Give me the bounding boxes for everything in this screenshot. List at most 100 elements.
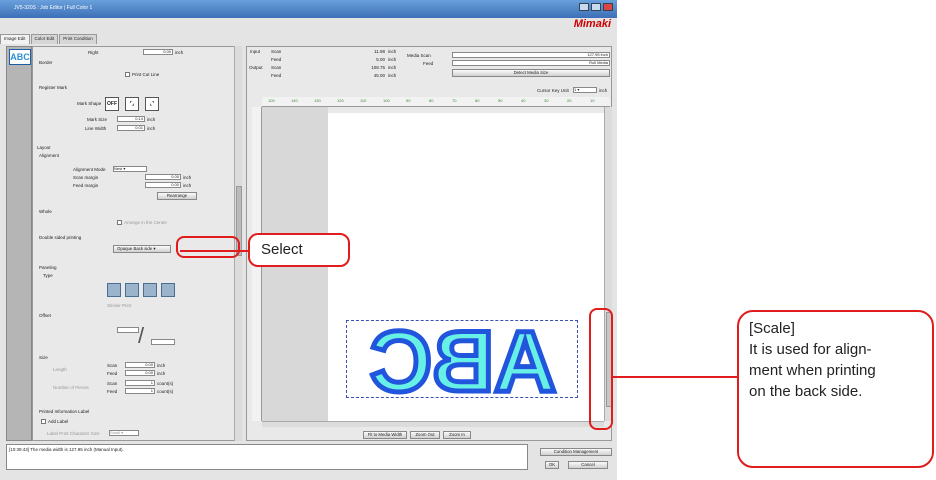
mark-shape-off[interactable]: OFF	[105, 97, 119, 111]
add-label-checkbox[interactable]	[41, 419, 46, 424]
feed-margin-label: Feed margin	[73, 183, 99, 188]
paneling-type-3[interactable]	[143, 283, 157, 297]
alignment-mode-select[interactable]: Nest ▾	[113, 166, 147, 172]
zoom-out-button[interactable]: Zoom Out	[410, 431, 440, 439]
by-length-radio[interactable]: Length	[53, 367, 67, 372]
tab-print-condition[interactable]: Print Condition	[59, 34, 97, 44]
input-feed-unit: inch	[388, 57, 397, 62]
scale-callout-line3: on the back side.	[749, 383, 863, 400]
tab-color-edit[interactable]: Color Edit	[30, 34, 59, 44]
log-message: [10:39:43] The media width is 127.95 inc…	[9, 447, 124, 452]
size-scan-unit: inch	[157, 363, 166, 368]
arrange-center-checkbox[interactable]	[117, 220, 122, 225]
media-feed-label: Feed	[423, 61, 434, 66]
paneling-heading: Paneling	[39, 265, 57, 270]
input-label: Input	[250, 49, 261, 54]
alignment-mode-label: Alignment Mode	[73, 167, 106, 172]
tab-image-edit[interactable]: Image Edit	[0, 34, 30, 44]
border-heading: Border	[39, 60, 53, 65]
mark-shape-label: Mark Shape	[77, 101, 102, 106]
condition-management-button[interactable]: Condition Management	[540, 448, 612, 456]
print-cut-line-checkbox[interactable]	[125, 72, 130, 77]
scale-callout: [Scale] It is used for align- ment when …	[737, 310, 934, 468]
maximize-button[interactable]	[591, 3, 601, 11]
alignment-mode-value: Nest	[114, 166, 123, 171]
input-scan-unit: inch	[388, 49, 397, 54]
scale-callout-line2: ment when printing	[749, 362, 876, 379]
double-sided-select[interactable]: Opaque Back side ▾	[113, 245, 171, 253]
cursor-key-unit-select[interactable]: 1 ▾	[573, 87, 597, 93]
ruler-tick-label: 50	[498, 98, 503, 103]
size-feed-input[interactable]: 0.00	[125, 370, 155, 376]
close-button[interactable]	[603, 3, 613, 11]
label-char-size-select[interactable]: Small ▾	[109, 430, 139, 436]
size-scan-input[interactable]: 0.00	[125, 362, 155, 368]
double-sided-label: Double sided printing	[39, 235, 82, 240]
offset-feed-input[interactable]	[151, 339, 175, 345]
scale-leader-line	[611, 376, 738, 378]
whole-heading: Whole	[39, 209, 52, 214]
fit-media-width-button[interactable]: Fit to Media Width	[363, 431, 407, 439]
scan-margin-input[interactable]: 0.00	[145, 174, 181, 180]
scale-callout-line1: It is used for align-	[749, 341, 872, 358]
count-scan-input[interactable]: 1	[125, 380, 155, 386]
line-width-input[interactable]: 0.01	[117, 125, 145, 131]
paneling-type-1[interactable]	[107, 283, 121, 297]
count-scan-unit: count(s)	[157, 381, 174, 386]
feed-margin-unit: inch	[183, 183, 192, 188]
ruler-tick-label: 80	[429, 98, 434, 103]
ruler-tick-label: 60	[475, 98, 480, 103]
unit-label: inch	[175, 50, 184, 55]
media-feed-input[interactable]: Roll Media	[452, 60, 610, 66]
window-controls	[579, 3, 613, 11]
canvas-horizontal-scrollbar[interactable]	[262, 421, 604, 427]
scale-highlight	[589, 308, 613, 430]
output-scan-unit: inch	[388, 65, 397, 70]
output-feed-label: Feed	[271, 73, 282, 78]
cancel-button[interactable]: Cancel	[568, 461, 608, 469]
count-feed-input[interactable]: 1	[125, 388, 155, 394]
title-bar: JV5-320S : Job Editor | Full Color 1	[0, 0, 617, 18]
size-heading: Size	[39, 355, 48, 360]
count-feed-unit: count(s)	[157, 389, 174, 394]
select-highlight	[176, 236, 240, 258]
rearrange-button[interactable]: Rearrange	[157, 192, 197, 200]
right-label: Right	[88, 50, 99, 55]
mark-shape-corners-inner[interactable]: ⌜⌟	[125, 97, 139, 111]
paneling-type-2[interactable]	[125, 283, 139, 297]
feed-margin-input[interactable]: 0.00	[145, 182, 181, 188]
preview-abc-text: ABC	[370, 321, 556, 399]
cursor-key-unit-value: 1	[574, 87, 577, 92]
job-thumbnail[interactable]: ABC	[9, 49, 31, 65]
right-input[interactable]: 0.00	[143, 49, 173, 55]
minimize-button[interactable]	[579, 3, 589, 11]
ruler-tick-label: 140	[291, 98, 298, 103]
line-width-unit: inch	[147, 126, 156, 131]
ruler-tick-label: 100	[268, 98, 275, 103]
paneling-type-4[interactable]	[161, 283, 175, 297]
output-scan-label: Scan	[271, 65, 282, 70]
message-log: [10:39:43] The media width is 127.95 inc…	[6, 444, 528, 470]
output-feed-value: 45.00	[373, 73, 385, 78]
zoom-in-button[interactable]: Zoom In	[443, 431, 471, 439]
detect-media-size-button[interactable]: Detect Media Size	[452, 69, 610, 77]
mirrored-abc-image[interactable]: ABC	[346, 320, 578, 399]
output-label: Output	[249, 65, 263, 70]
media-scan-input[interactable]: 127.95 inch	[452, 52, 610, 58]
scan-margin-label: Scan margin	[73, 175, 99, 180]
mark-shape-corners-outer[interactable]: ⌞⌝	[145, 97, 159, 111]
ruler-tick-label: 10	[590, 98, 595, 103]
ok-button[interactable]: OK	[545, 461, 559, 469]
ruler-tick-label: 100	[383, 98, 390, 103]
ruler-tick-label: 130	[314, 98, 321, 103]
input-scan-label: Scan	[271, 49, 282, 54]
output-scan-value: 108.75	[371, 65, 385, 70]
print-cut-line-label: Print Cut Line	[132, 72, 160, 77]
number-of-pieces-radio[interactable]: Number of Pieces	[53, 385, 89, 390]
select-callout: Select	[180, 233, 350, 267]
layout-heading: Layout	[37, 145, 51, 150]
offset-scan-input[interactable]	[117, 327, 139, 333]
label-char-size-label: Label Print Character Size	[47, 431, 100, 436]
mark-size-input[interactable]: 0.14	[117, 116, 145, 122]
size-feed-label: Feed	[107, 371, 118, 376]
